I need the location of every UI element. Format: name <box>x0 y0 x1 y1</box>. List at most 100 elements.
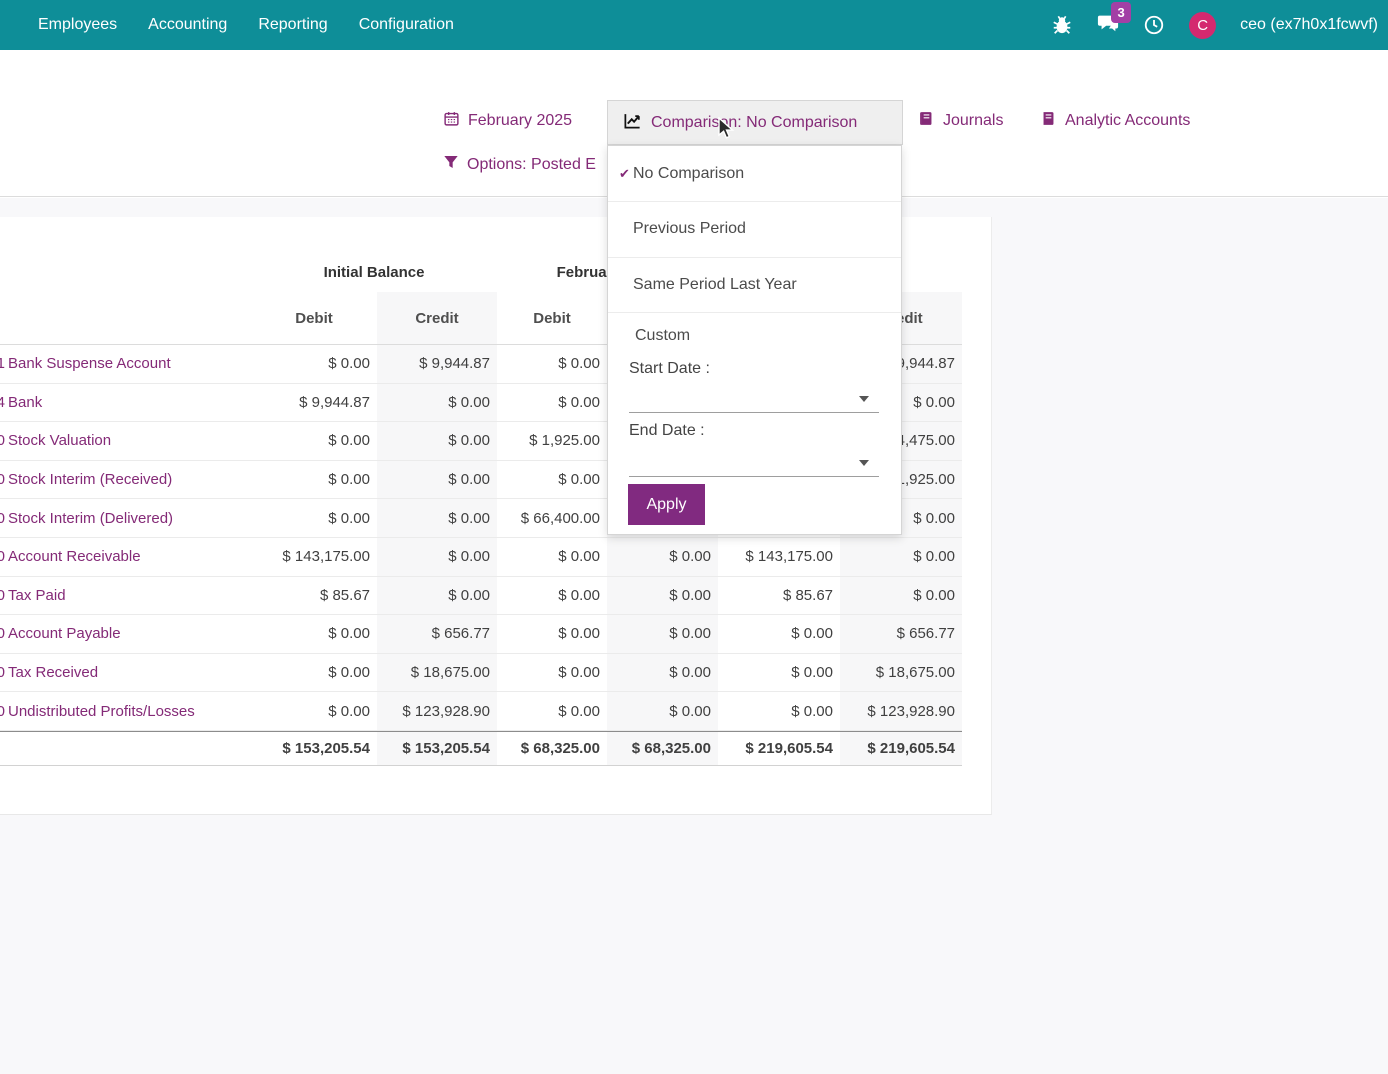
nav-menu-configuration[interactable]: Configuration <box>359 16 454 34</box>
amount-cell: $ 0.00 <box>251 615 377 654</box>
user-avatar[interactable]: C <box>1189 12 1216 39</box>
amount-cell: $ 0.00 <box>497 345 607 384</box>
total-amount-cell: $ 219,605.54 <box>840 731 962 766</box>
account-link[interactable]: Tax Received <box>8 664 98 681</box>
amount-cell: $ 0.00 <box>251 461 377 500</box>
end-date-label: End Date : <box>629 422 705 440</box>
comparison-dropdown-panel: ✔No Comparison Previous Period Same Period… <box>607 145 902 535</box>
account-name-cell: 4Bank <box>0 384 251 423</box>
start-date-label: Start Date : <box>629 360 710 378</box>
account-name-cell: 0Stock Interim (Delivered) <box>0 499 251 538</box>
amount-cell: $ 0.00 <box>497 654 607 693</box>
analytic-book-icon <box>1040 110 1057 132</box>
clipped-account-code: 0 <box>0 664 5 681</box>
amount-cell: $ 0.00 <box>607 654 718 693</box>
funnel-icon <box>443 154 459 175</box>
account-link[interactable]: Bank Suspense Account <box>8 355 171 372</box>
journals-filter-button[interactable]: Journals <box>918 110 1003 132</box>
journals-filter-label: Journals <box>943 112 1003 130</box>
apply-button[interactable]: Apply <box>628 484 705 525</box>
activities-clock-icon[interactable] <box>1143 14 1165 36</box>
amount-cell: $ 18,675.00 <box>377 654 497 693</box>
account-link[interactable]: Stock Valuation <box>8 432 111 449</box>
analytic-accounts-filter-button[interactable]: Analytic Accounts <box>1040 110 1190 132</box>
nav-menu-accounting[interactable]: Accounting <box>148 16 227 34</box>
amount-cell: $ 0.00 <box>607 692 718 731</box>
account-name-cell: 1Bank Suspense Account <box>0 345 251 384</box>
amount-cell: $ 0.00 <box>497 615 607 654</box>
clipped-account-code: 0 <box>0 432 5 449</box>
account-link[interactable]: Account Receivable <box>8 548 141 565</box>
top-navbar: Employees Accounting Reporting Configuratio… <box>0 0 1388 50</box>
amount-cell: $ 9,944.87 <box>377 345 497 384</box>
date-filter-button[interactable]: February 2025 <box>443 110 572 132</box>
comparison-dropdown-toggle[interactable]: Comparison: No Comparison <box>607 100 903 145</box>
account-link[interactable]: Undistributed Profits/Losses <box>8 703 195 720</box>
account-name-cell: 0Account Receivable <box>0 538 251 577</box>
custom-section-label: Custom <box>635 327 690 345</box>
amount-cell: $ 0.00 <box>377 538 497 577</box>
date-filter-label: February 2025 <box>468 112 572 130</box>
checkmark-icon: ✔ <box>608 166 633 182</box>
account-link[interactable]: Tax Paid <box>8 587 66 604</box>
message-count-badge: 3 <box>1111 2 1131 23</box>
amount-cell: $ 0.00 <box>251 692 377 731</box>
account-name-cell: 0Stock Interim (Received) <box>0 461 251 500</box>
group-header: Initial Balance <box>251 252 497 292</box>
column-header-credit: Credit <box>377 292 497 345</box>
clipped-account-code: 0 <box>0 471 5 488</box>
screen: Employees Accounting Reporting Configuratio… <box>0 0 1388 1074</box>
amount-cell: $ 0.00 <box>251 345 377 384</box>
bug-icon[interactable] <box>1051 14 1073 36</box>
amount-cell: $ 143,175.00 <box>251 538 377 577</box>
comparison-option-label: Previous Period <box>633 220 746 238</box>
amount-cell: $ 66,400.00 <box>497 499 607 538</box>
comparison-option-previous-period[interactable]: Previous Period <box>608 201 901 256</box>
amount-cell: $ 0.00 <box>377 422 497 461</box>
comparison-option-same-period-last-year[interactable]: Same Period Last Year <box>608 257 901 312</box>
account-name-cell: 0Stock Valuation <box>0 422 251 461</box>
amount-cell: $ 0.00 <box>607 615 718 654</box>
total-amount-cell: $ 68,325.00 <box>497 731 607 766</box>
clipped-account-code: 1 <box>0 355 5 372</box>
nav-menu-employees[interactable]: Employees <box>38 16 117 34</box>
comparison-option-no-comparison[interactable]: ✔No Comparison <box>608 146 901 201</box>
account-link[interactable]: Bank <box>8 394 42 411</box>
amount-cell: $ 1,925.00 <box>497 422 607 461</box>
account-link[interactable]: Stock Interim (Delivered) <box>8 510 173 527</box>
divider <box>608 312 901 313</box>
analytic-filter-label: Analytic Accounts <box>1065 112 1190 130</box>
account-link[interactable]: Stock Interim (Received) <box>8 471 172 488</box>
amount-cell: $ 123,928.90 <box>840 692 962 731</box>
amount-cell: $ 143,175.00 <box>718 538 840 577</box>
amount-cell: $ 0.00 <box>251 499 377 538</box>
messages-button[interactable]: 3 <box>1097 12 1119 39</box>
amount-cell: $ 0.00 <box>377 384 497 423</box>
clipped-account-code: 0 <box>0 625 5 642</box>
navbar-right: 3 C ceo (ex7h0x1fcwvf) <box>1051 0 1378 50</box>
amount-cell: $ 0.00 <box>497 692 607 731</box>
comparison-option-label: No Comparison <box>633 165 744 183</box>
amount-cell: $ 0.00 <box>840 538 962 577</box>
options-filter-button[interactable]: Options: Posted E <box>443 154 596 175</box>
amount-cell: $ 85.67 <box>251 577 377 616</box>
amount-cell: $ 0.00 <box>718 615 840 654</box>
account-link[interactable]: Account Payable <box>8 625 121 642</box>
user-name[interactable]: ceo (ex7h0x1fcwvf) <box>1240 16 1378 34</box>
chevron-down-icon <box>859 396 869 402</box>
amount-cell: $ 0.00 <box>840 577 962 616</box>
amount-cell: $ 123,928.90 <box>377 692 497 731</box>
navbar-menus: Employees Accounting Reporting Configuratio… <box>0 16 454 34</box>
column-header-debit: Debit <box>497 292 607 345</box>
corner-cell <box>0 252 251 292</box>
nav-menu-reporting[interactable]: Reporting <box>258 16 327 34</box>
clipped-account-code: 0 <box>0 510 5 527</box>
amount-cell: $ 0.00 <box>718 692 840 731</box>
amount-cell: $ 0.00 <box>251 422 377 461</box>
account-name-cell: 0Tax Received <box>0 654 251 693</box>
end-date-select[interactable] <box>629 450 879 477</box>
amount-cell: $ 18,675.00 <box>840 654 962 693</box>
amount-cell: $ 656.77 <box>377 615 497 654</box>
start-date-select[interactable] <box>629 386 879 413</box>
options-filter-label: Options: Posted E <box>467 156 596 174</box>
